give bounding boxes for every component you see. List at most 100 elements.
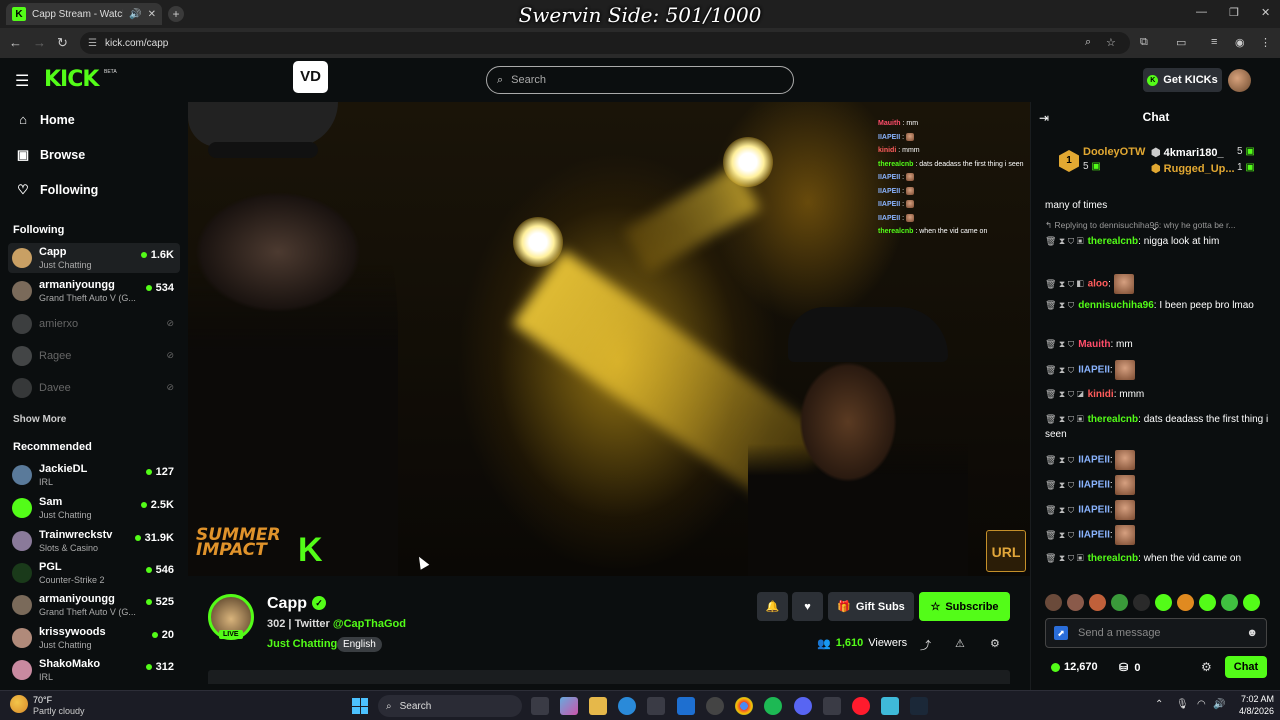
vd-extension-logo[interactable]: VD: [293, 61, 328, 93]
maximize-icon[interactable]: ❐: [1229, 6, 1239, 19]
chat-username[interactable]: therealcnb: [1088, 553, 1139, 564]
reload-icon[interactable]: ↻: [57, 35, 68, 51]
github-icon[interactable]: [706, 697, 724, 715]
url-field[interactable]: ☰ kick.com/capp: [80, 32, 1130, 54]
chat-username[interactable]: therealcnb: [1088, 414, 1139, 425]
sidebar-rec-armaniyoungg[interactable]: armaniyoungg Grand Theft Auto V (G... 52…: [8, 590, 180, 620]
sub-gifts-balance[interactable]: ⛁ 0: [1119, 661, 1140, 674]
sidebar-channel-capp[interactable]: Capp Just Chatting 1.6K: [8, 243, 180, 273]
sidebar-rec-sam[interactable]: Sam Just Chatting 2.5K: [8, 493, 180, 523]
weather-temperature[interactable]: 70°F: [33, 695, 52, 705]
zoom-icon[interactable]: ⌕: [1085, 36, 1091, 49]
emote-icon[interactable]: [1089, 594, 1106, 611]
show-more-link[interactable]: Show More: [13, 414, 66, 425]
leaderboard-top-name[interactable]: DooleyOTW: [1083, 146, 1145, 158]
volume-icon[interactable]: 🔊: [1213, 699, 1225, 710]
chat-username[interactable]: IIAPEII: [1078, 505, 1110, 516]
bookmark-star-icon[interactable]: ☆: [1106, 36, 1116, 49]
weather-description[interactable]: Partly cloudy: [33, 706, 85, 716]
emote-icon[interactable]: [1133, 594, 1150, 611]
nav-following[interactable]: ♡ Following: [16, 182, 98, 198]
task-view-icon[interactable]: [531, 697, 549, 715]
chat-username[interactable]: kinidi: [1088, 389, 1114, 400]
steam-icon[interactable]: [910, 697, 928, 715]
get-kicks-button[interactable]: K Get KICKs: [1143, 68, 1222, 92]
cast-icon[interactable]: ▭: [1176, 36, 1186, 49]
clock-time[interactable]: 7:02 AM: [1234, 694, 1274, 704]
emote-icon[interactable]: [1177, 594, 1194, 611]
notepad-icon[interactable]: [881, 697, 899, 715]
store-icon[interactable]: [647, 697, 665, 715]
clock-date[interactable]: 4/8/2026: [1234, 706, 1274, 716]
wifi-icon[interactable]: ◠: [1197, 699, 1206, 710]
back-icon[interactable]: ←: [9, 35, 22, 50]
sidebar-rec-pgl[interactable]: PGL Counter-Strike 2 546: [8, 558, 180, 588]
emote-icon[interactable]: [1155, 594, 1172, 611]
close-tab-icon[interactable]: ✕: [148, 9, 156, 20]
chat-message-input[interactable]: ⬈ Send a message ☻: [1045, 618, 1267, 648]
chat-username[interactable]: IIAPEII: [1078, 455, 1110, 466]
subscribe-button[interactable]: ☆ Subscribe: [919, 592, 1010, 621]
xbox-icon[interactable]: [823, 697, 841, 715]
emoji-picker-icon[interactable]: ☻: [1246, 627, 1258, 639]
emote-icon[interactable]: [1045, 594, 1062, 611]
notification-bell-button[interactable]: 🔔: [757, 592, 788, 621]
edge-icon[interactable]: [618, 697, 636, 715]
profile-icon[interactable]: ◉: [1235, 36, 1245, 49]
sidebar-channel-armaniyoungg[interactable]: armaniyoungg Grand Theft Auto V (G... 53…: [8, 276, 180, 306]
spotify-icon[interactable]: [764, 697, 782, 715]
gift-subs-button[interactable]: 🎁 Gift Subs: [828, 592, 914, 621]
sidebar-channel-amierxo[interactable]: amierxo ⊘: [8, 309, 180, 339]
kicks-balance[interactable]: 12,670: [1051, 661, 1098, 673]
user-settings-icon[interactable]: ⚙: [990, 637, 1000, 650]
taskbar-search[interactable]: ⌕ Search: [378, 695, 522, 717]
report-icon[interactable]: ⚠: [955, 637, 965, 650]
category-link[interactable]: Just Chatting: [267, 638, 337, 650]
chat-username[interactable]: IIAPEII: [1078, 480, 1110, 491]
weather-icon[interactable]: [10, 695, 28, 713]
emote-icon[interactable]: [1111, 594, 1128, 611]
chat-settings-icon[interactable]: ⚙: [1201, 660, 1212, 674]
kick-logo[interactable]: KICK: [44, 67, 99, 92]
microphone-icon[interactable]: 🎙: [1176, 699, 1189, 710]
media-icon[interactable]: ≡: [1211, 36, 1217, 48]
chat-username[interactable]: IIAPEII: [1078, 365, 1110, 376]
emote-icon[interactable]: [1243, 594, 1260, 611]
discord-icon[interactable]: [794, 697, 812, 715]
leaderboard-second[interactable]: ⬢ 4kmari180_: [1151, 146, 1224, 159]
sidebar-rec-krissywoods[interactable]: krissywoods Just Chatting 20: [8, 623, 180, 653]
nav-browse[interactable]: ▣ Browse: [16, 147, 85, 163]
video-player[interactable]: Mauith : mm IIAPEII : kinidi : mmm there…: [188, 102, 1030, 576]
user-avatar[interactable]: [1228, 69, 1251, 92]
menu-kebab-icon[interactable]: ⋮: [1260, 36, 1271, 49]
search-input[interactable]: ⌕ Search: [486, 66, 794, 94]
chat-username[interactable]: Mauith: [1078, 339, 1110, 350]
opera-icon[interactable]: [852, 697, 870, 715]
nav-home[interactable]: ⌂ Home: [16, 112, 75, 127]
new-tab-button[interactable]: +: [168, 6, 184, 22]
sidebar-rec-shakomako[interactable]: ShakoMako IRL 312: [8, 655, 180, 685]
chat-username[interactable]: IIAPEII: [1078, 530, 1110, 541]
close-window-icon[interactable]: ✕: [1261, 6, 1270, 19]
emote-icon[interactable]: [1199, 594, 1216, 611]
sidebar-rec-trainwreckstv[interactable]: Trainwreckstv Slots & Casino 31.9K: [8, 526, 180, 556]
mail-icon[interactable]: [677, 697, 695, 715]
extensions-icon[interactable]: ⧉: [1140, 36, 1148, 49]
language-badge[interactable]: English: [337, 637, 382, 652]
chat-username[interactable]: therealcnb: [1088, 236, 1139, 247]
share-icon[interactable]: ⤴: [920, 637, 931, 653]
tray-overflow-icon[interactable]: ⌃: [1155, 699, 1163, 710]
chat-username[interactable]: dennisuchiha96: [1078, 300, 1154, 311]
sidebar-rec-jackiedl[interactable]: JackieDL IRL 127: [8, 460, 180, 490]
emote-icon[interactable]: [1067, 594, 1084, 611]
speaker-icon[interactable]: 🔊: [129, 9, 141, 20]
streamer-name[interactable]: Capp: [267, 595, 307, 613]
twitter-handle-link[interactable]: @CapThaGod: [333, 618, 406, 630]
file-explorer-icon[interactable]: [589, 697, 607, 715]
minimize-icon[interactable]: —: [1196, 6, 1207, 18]
chat-badge-icon[interactable]: ⬈: [1054, 626, 1068, 640]
chat-username[interactable]: aloo: [1088, 279, 1109, 290]
leaderboard-third[interactable]: ⬢ Rugged_Up...: [1151, 162, 1235, 175]
sidebar-channel-davee[interactable]: Davee ⊘: [8, 373, 180, 403]
copilot-icon[interactable]: [560, 697, 578, 715]
